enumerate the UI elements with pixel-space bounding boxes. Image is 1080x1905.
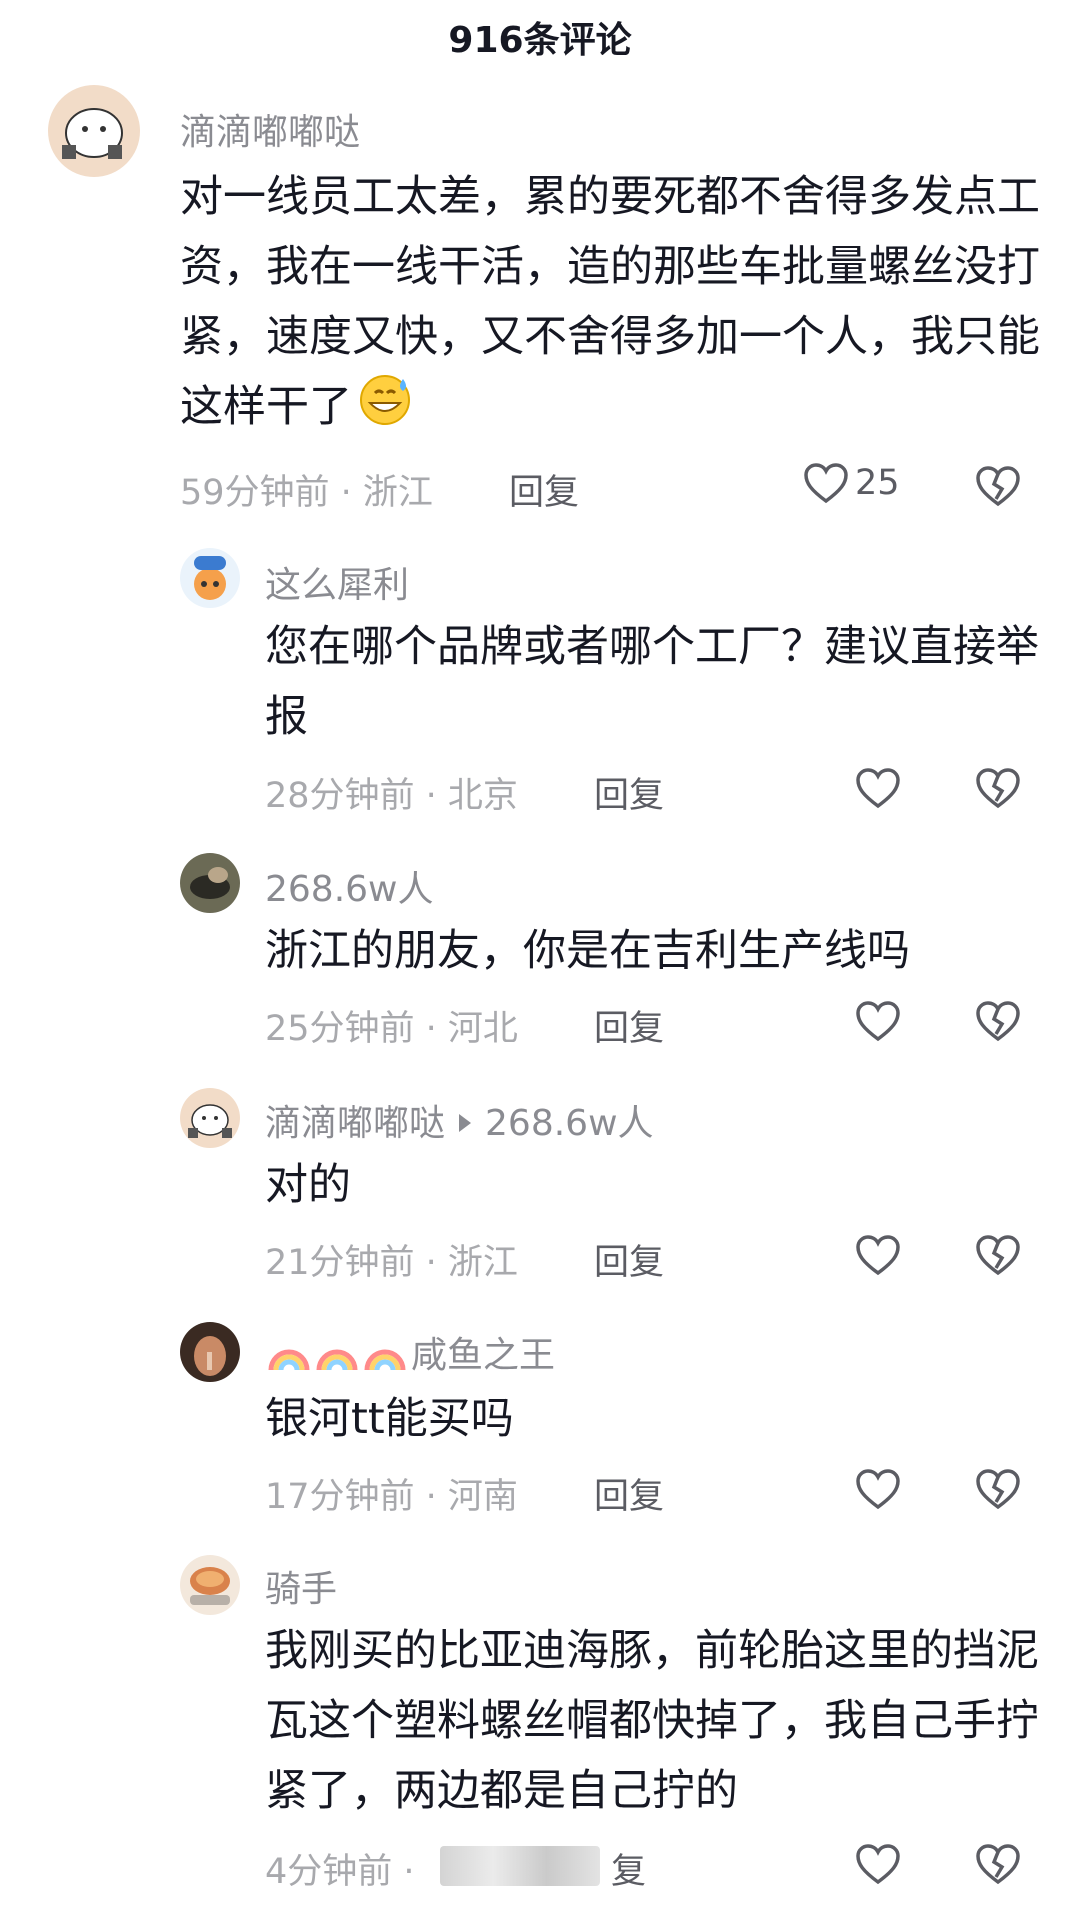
avatar[interactable] (180, 1088, 240, 1148)
avatar[interactable] (180, 1322, 240, 1382)
comment-text: 对一线员工太差，累的要死都不舍得多发点工资，我在一线干活，造的那些车批量螺丝没打… (180, 162, 1040, 446)
avatar[interactable] (48, 85, 140, 177)
reply-button[interactable]: 回复 (594, 1000, 664, 1051)
comment-meta: 25分钟前 · 河北 (265, 1009, 518, 1049)
broken-heart-icon (976, 1235, 1020, 1276)
dislike-button[interactable] (975, 1843, 1021, 1889)
heart-icon (856, 768, 900, 809)
reply-button[interactable]: 回复 (594, 1234, 664, 1285)
comment-meta: 59分钟前 · 浙江 (180, 473, 433, 513)
broken-heart-icon (976, 466, 1020, 507)
broken-heart-icon (976, 768, 1020, 809)
rainbow-badge-icon (265, 1330, 407, 1385)
dislike-button[interactable] (975, 1468, 1021, 1514)
like-button[interactable] (855, 1000, 901, 1042)
comment-username[interactable]: 这么犀利 (265, 556, 409, 608)
dislike-button[interactable] (975, 1234, 1021, 1280)
reply-button[interactable]: 回复 (509, 464, 579, 515)
like-button[interactable] (855, 1234, 901, 1276)
like-button[interactable] (855, 1468, 901, 1510)
reply-button[interactable]: 复 (611, 1843, 646, 1894)
reply-to-username[interactable]: 268.6w人 (485, 1103, 654, 1144)
broken-heart-icon (976, 1469, 1020, 1510)
reply-button[interactable]: 回复 (594, 1468, 664, 1519)
heart-icon (856, 1469, 900, 1510)
reply-to-arrow-icon (459, 1114, 472, 1132)
heart-icon (856, 1235, 900, 1276)
dislike-button[interactable] (975, 1000, 1021, 1046)
comment-username[interactable]: 滴滴嘟嘟哒 268.6w人 (265, 1094, 654, 1146)
comment-meta: 28分钟前 · 北京 (265, 776, 518, 816)
avatar[interactable] (180, 853, 240, 913)
avatar[interactable] (180, 548, 240, 608)
like-count: 25 (855, 463, 900, 503)
like-button[interactable] (855, 767, 901, 809)
sweat-smile-emoji-icon (356, 373, 414, 446)
comment-text: 我刚买的比亚迪海豚，前轮胎这里的挡泥瓦这个塑料螺丝帽都快掉了，我自己手拧紧了，两… (265, 1626, 1039, 1816)
heart-icon (856, 1844, 900, 1885)
like-button[interactable] (855, 1843, 901, 1885)
comment-meta: 4分钟前 · (265, 1852, 415, 1892)
reply-button[interactable]: 回复 (594, 767, 664, 818)
comments-count-title: 916条评论 (448, 20, 632, 61)
heart-icon (856, 1001, 900, 1042)
like-button[interactable]: 25 (803, 462, 900, 504)
comment-meta: 21分钟前 · 浙江 (265, 1243, 518, 1283)
broken-heart-icon (976, 1001, 1020, 1042)
comment-text: 您在哪个品牌或者哪个工厂？建议直接举报 (265, 622, 1039, 742)
comment-text: 对的 (265, 1160, 351, 1210)
comment-text: 浙江的朋友，你是在吉利生产线吗 (265, 926, 910, 976)
comment-username[interactable]: 骑手 (265, 1560, 337, 1612)
comment-meta: 17分钟前 · 河南 (265, 1477, 518, 1517)
dislike-button[interactable] (975, 767, 1021, 813)
heart-icon (804, 463, 848, 504)
comment-username[interactable]: 滴滴嘟嘟哒 (180, 103, 360, 155)
avatar[interactable] (180, 1555, 240, 1615)
watermark-blur (440, 1846, 600, 1886)
comment-text: 银河tt能买吗 (265, 1394, 514, 1444)
dislike-button[interactable] (975, 465, 1021, 511)
broken-heart-icon (976, 1844, 1020, 1885)
comment-username[interactable]: 268.6w人 (265, 860, 434, 912)
comment-username[interactable]: 咸鱼之王 (265, 1326, 555, 1385)
